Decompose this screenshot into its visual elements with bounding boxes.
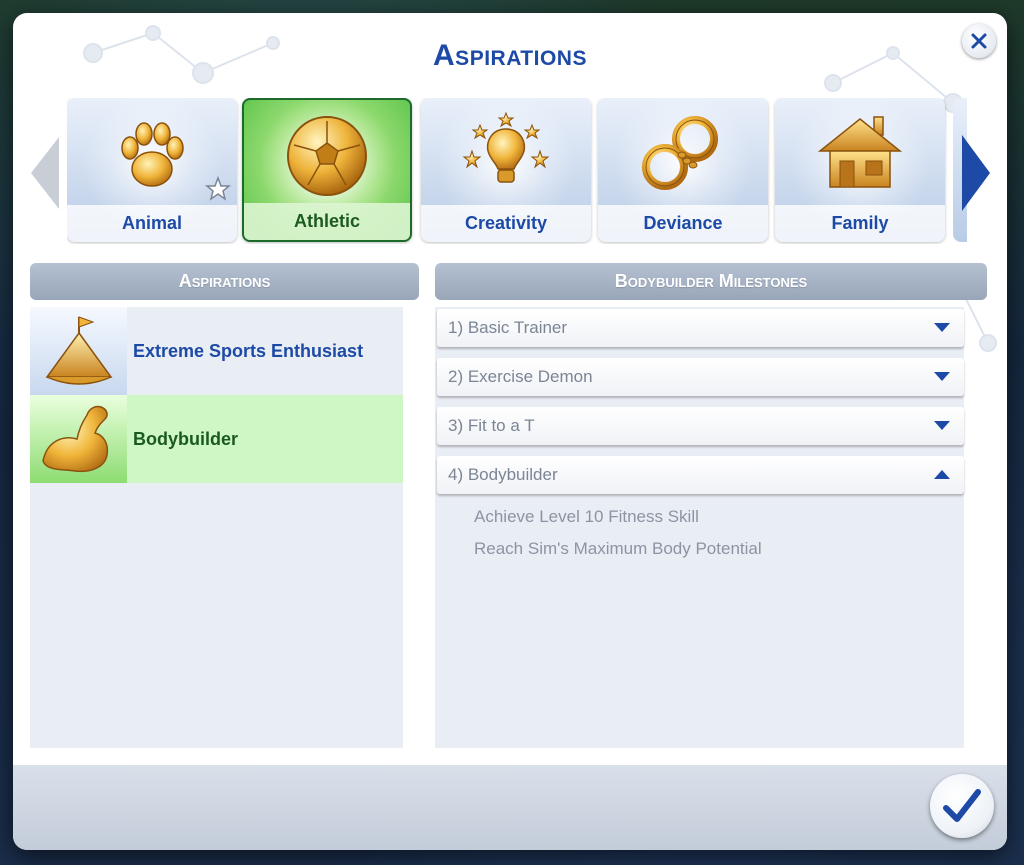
category-label: Athletic [244,203,410,240]
category-tile-athletic[interactable]: Athletic [242,98,412,242]
aspiration-name: Bodybuilder [133,428,239,449]
chevron-down-icon [934,372,950,381]
milestone-label: 2) Exercise Demon [448,367,593,386]
soccer-ball-icon [287,116,367,196]
category-tile-animal[interactable]: Animal [67,98,237,242]
chevron-right-icon [962,135,990,211]
dialog-footer [13,765,1007,850]
milestones-panel-header: Bodybuilder Milestones [435,263,987,300]
milestone-row-4[interactable]: 4) Bodybuilder [437,456,964,494]
chevron-down-icon [934,421,950,430]
close-button[interactable] [962,24,996,58]
carousel-next-button[interactable] [958,133,994,213]
confirm-button[interactable] [930,774,994,838]
milestone-row-2[interactable]: 2) Exercise Demon [437,358,964,396]
house-icon [817,116,903,188]
milestone-label: 3) Fit to a T [448,416,535,435]
chevron-down-icon [934,323,950,332]
aspiration-category-carousel: Animal Athletic Creativity Deviance Fami… [67,98,967,244]
milestones-list: 1) Basic Trainer 2) Exercise Demon 3) Fi… [435,307,964,748]
category-tile-creativity[interactable]: Creativity [421,98,591,242]
milestone-objective: Reach Sim's Maximum Body Potential [474,539,762,558]
milestone-row-1[interactable]: 1) Basic Trainer [437,309,964,347]
aspiration-item-extreme-sports[interactable]: Extreme Sports Enthusiast [30,307,403,395]
aspirations-panel-header: Aspirations [30,263,419,300]
category-label: Creativity [421,205,591,242]
aspirations-dialog: Aspirations Animal Athletic Creativity D… [13,13,1007,850]
category-label: Animal [67,205,237,242]
mountain-flag-icon [45,316,112,385]
checkmark-icon [943,789,981,822]
flexed-arm-icon [41,405,108,473]
milestone-row-3[interactable]: 3) Fit to a T [437,407,964,445]
aspiration-item-bodybuilder[interactable]: Bodybuilder [30,395,403,483]
handcuffs-icon [642,116,718,190]
category-tile-deviance[interactable]: Deviance [598,98,768,242]
category-label: Family [775,205,945,242]
chevron-up-icon [934,470,950,479]
milestone-label: 4) Bodybuilder [448,465,558,484]
carousel-prev-button[interactable] [27,135,63,211]
lightbulb-icon [462,111,550,183]
paw-icon [121,122,184,187]
aspiration-name: Extreme Sports Enthusiast [133,340,364,361]
close-icon [971,33,987,49]
chevron-left-icon [31,137,59,209]
milestone-objective: Achieve Level 10 Fitness Skill [474,507,699,526]
milestone-label: 1) Basic Trainer [448,318,568,337]
aspirations-list: Extreme Sports Enthusiast Bodybuilder [30,307,403,748]
category-label: Deviance [598,205,768,242]
dialog-title: Aspirations [433,39,587,72]
category-tile-family[interactable]: Family [775,98,945,242]
favorite-star-icon[interactable] [205,176,231,202]
